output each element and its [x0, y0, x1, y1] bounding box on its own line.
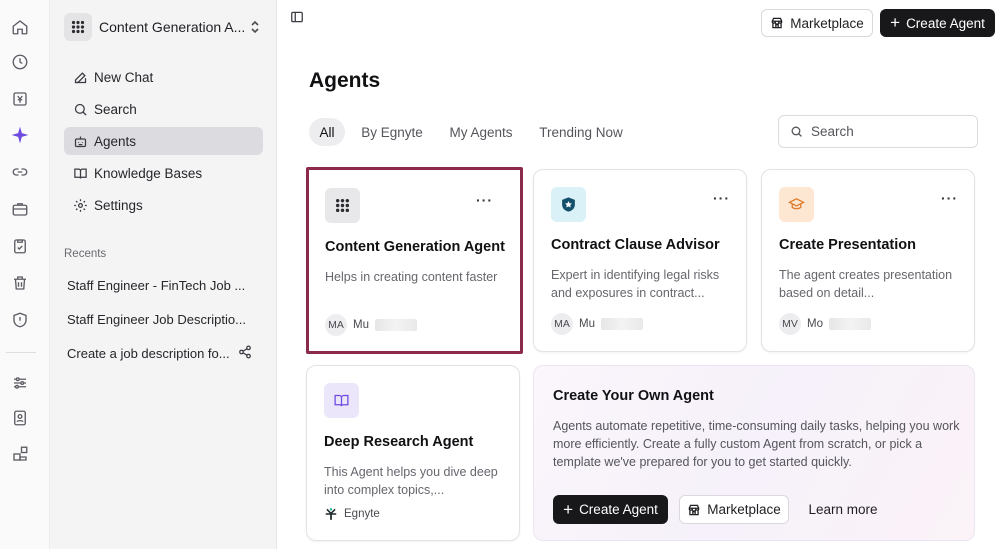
badge-icon[interactable] [9, 407, 31, 429]
store-icon [770, 16, 784, 30]
agent-card-contract-clause-advisor[interactable]: ··· Contract Clause Advisor Expert in id… [533, 169, 747, 352]
more-options-icon[interactable]: ··· [713, 191, 730, 205]
nav-search[interactable]: Search [64, 95, 263, 123]
marketplace-label: Marketplace [707, 502, 781, 517]
apps-icon[interactable] [9, 443, 31, 465]
avatar: MA [551, 313, 573, 335]
agent-card-description: The agent creates presentation based on … [779, 268, 953, 300]
workspace-grid-icon[interactable] [64, 13, 92, 41]
create-agent-button[interactable]: + Create Agent [553, 495, 668, 524]
agent-card-description: Expert in identifying legal risks and ex… [551, 268, 720, 300]
rail-divider [6, 352, 36, 353]
agent-card-title: Create Presentation [779, 237, 916, 253]
search-input[interactable] [811, 124, 961, 139]
tab-by-egnyte[interactable]: By Egnyte [355, 118, 429, 146]
book-icon [72, 165, 88, 181]
open-book-icon [324, 383, 359, 418]
owner-name: Mu [353, 319, 369, 331]
nav-knowledge-bases[interactable]: Knowledge Bases [64, 159, 263, 187]
agent-card-owner: MV Mo [779, 313, 871, 335]
marketplace-button[interactable]: Marketplace [679, 495, 789, 524]
shield-star-icon [551, 187, 586, 222]
agent-card-owner: MA Mu [325, 314, 417, 336]
recent-chat-item[interactable]: Create a job description fo... [67, 346, 235, 361]
home-icon[interactable] [9, 16, 31, 38]
link-icon[interactable] [9, 161, 31, 183]
sparkle-icon[interactable] [9, 124, 31, 146]
marketplace-button[interactable]: Marketplace [761, 9, 873, 37]
sidebar-toggle-icon[interactable] [290, 10, 304, 24]
recent-chat-item[interactable]: Staff Engineer Job Descriptio... [67, 312, 267, 327]
nav-new-chat[interactable]: New Chat [64, 63, 263, 91]
owner-name: Egnyte [344, 508, 380, 520]
redacted-text [600, 318, 643, 330]
tab-trending-now[interactable]: Trending Now [532, 118, 630, 146]
trash-icon[interactable] [9, 272, 31, 294]
create-own-agent-description: Agents automate repetitive, time-consumi… [553, 419, 960, 469]
more-options-icon[interactable]: ··· [476, 193, 493, 207]
shield-icon[interactable] [9, 309, 31, 331]
agent-card-description: Helps in creating content faster [325, 270, 498, 284]
tab-my-agents[interactable]: My Agents [442, 118, 520, 146]
agent-card-create-presentation[interactable]: ··· Create Presentation The agent create… [761, 169, 975, 352]
create-own-agent-panel: Create Your Own Agent Agents automate re… [533, 365, 975, 541]
page-title: Agents [309, 69, 381, 92]
share-icon[interactable] [238, 345, 252, 359]
briefcase-icon[interactable] [9, 198, 31, 220]
clipboard-check-icon[interactable] [9, 235, 31, 257]
create-own-agent-title: Create Your Own Agent [553, 388, 714, 404]
redacted-text [374, 319, 417, 331]
more-options-icon[interactable]: ··· [941, 191, 958, 205]
agent-card-title: Contract Clause Advisor [551, 237, 720, 253]
create-agent-label: Create Agent [906, 15, 985, 31]
search-box [778, 115, 978, 148]
agent-card-owner: MA Mu [551, 313, 643, 335]
agent-card-deep-research[interactable]: Deep Research Agent This Agent helps you… [306, 365, 520, 541]
recents-heading: Recents [64, 248, 107, 260]
sidebar: Content Generation A... New Chat Search … [50, 0, 277, 549]
learn-more-link[interactable]: Learn more [802, 495, 884, 524]
avatar: MV [779, 313, 801, 335]
grid-icon [325, 188, 360, 223]
redacted-text [828, 318, 871, 330]
nav-label: Knowledge Bases [94, 165, 203, 181]
agent-card-title: Deep Research Agent [324, 434, 474, 450]
sliders-icon[interactable] [9, 372, 31, 394]
agent-card-owner: Egnyte [324, 507, 380, 521]
avatar: MA [325, 314, 347, 336]
plus-icon: + [563, 499, 574, 519]
recent-chat-item[interactable]: Staff Engineer - FinTech Job ... [67, 278, 267, 293]
workspace-title[interactable]: Content Generation A... [99, 19, 245, 35]
edit-icon [72, 69, 88, 85]
robot-icon [72, 133, 88, 149]
gear-icon [72, 197, 88, 213]
search-icon [72, 101, 88, 117]
nav-label: New Chat [94, 69, 154, 85]
search-icon [790, 125, 803, 138]
store-icon [687, 503, 701, 517]
owner-name: Mu [579, 318, 595, 330]
marketplace-label: Marketplace [790, 15, 864, 31]
icon-rail [0, 0, 50, 549]
graduation-cap-icon [779, 187, 814, 222]
tab-all[interactable]: All [309, 118, 345, 146]
nav-label: Search [94, 101, 137, 117]
nav-label: Settings [94, 197, 143, 213]
agent-card-title: Content Generation Agent [325, 239, 505, 255]
nav-label: Agents [94, 133, 137, 149]
nav-settings[interactable]: Settings [64, 191, 263, 219]
chevron-up-down-icon[interactable] [249, 19, 261, 35]
plus-icon: + [890, 13, 901, 32]
create-agent-label: Create Agent [579, 502, 658, 517]
agent-card-description: This Agent helps you dive deep into comp… [324, 465, 498, 497]
nav-agents[interactable]: Agents [64, 127, 263, 155]
owner-name: Mo [807, 318, 823, 330]
egnyte-logo-icon [324, 507, 338, 521]
agent-card-content-generation[interactable]: ··· Content Generation Agent Helps in cr… [306, 167, 523, 354]
create-agent-button[interactable]: + Create Agent [880, 9, 995, 37]
history-icon[interactable] [9, 51, 31, 73]
ledger-icon[interactable] [9, 88, 31, 110]
